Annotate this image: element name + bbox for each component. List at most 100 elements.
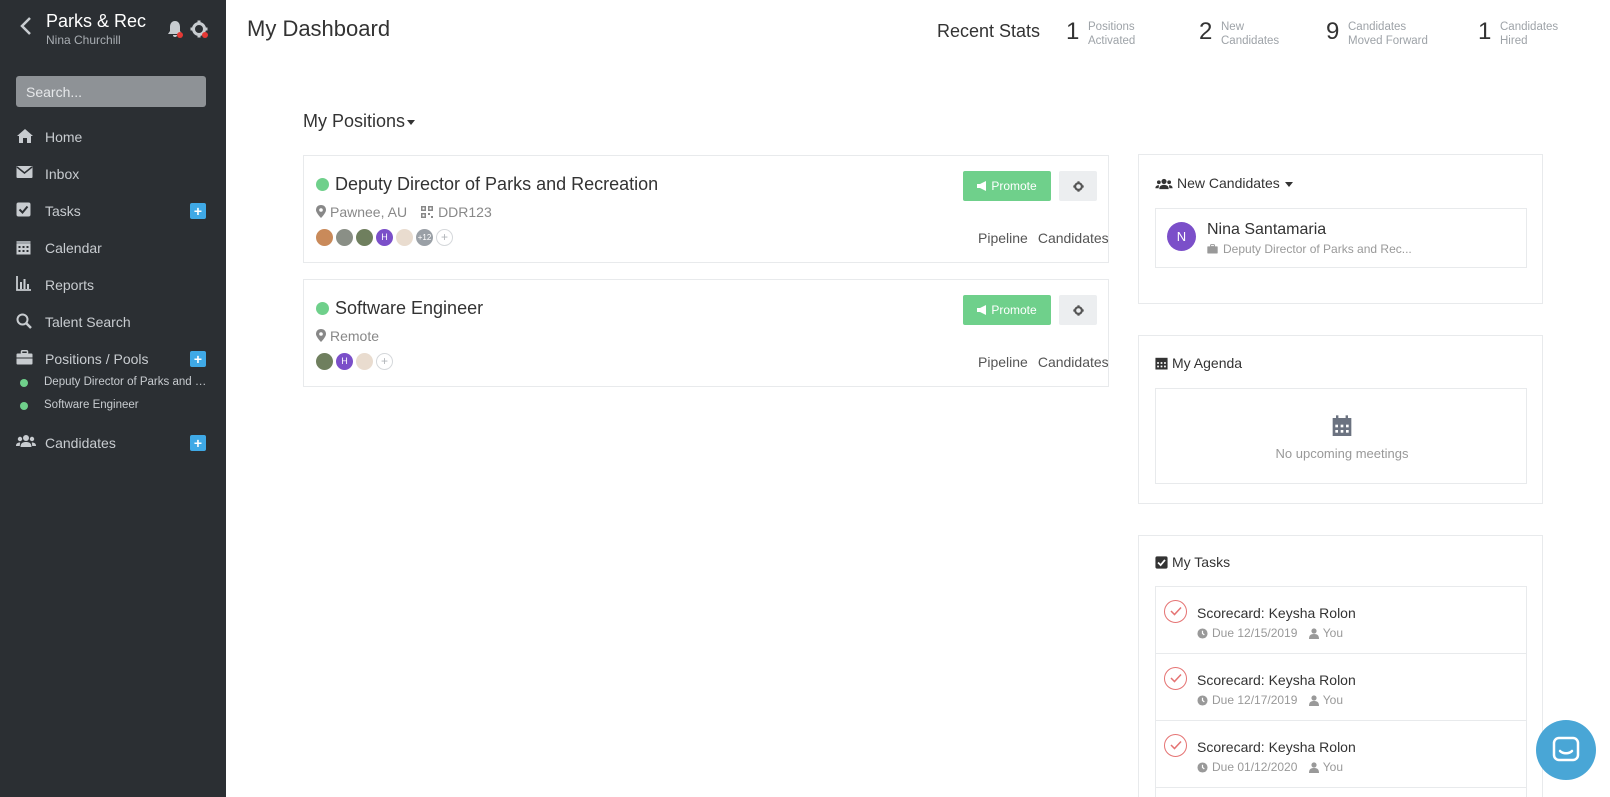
- page-title: My Dashboard: [247, 16, 391, 41]
- task-item[interactable]: [1155, 787, 1527, 797]
- stat-value: 1: [1066, 18, 1080, 45]
- position-settings-button[interactable]: [1059, 295, 1097, 325]
- clock-icon: [1197, 762, 1208, 773]
- add-member-button[interactable]: +: [376, 353, 393, 370]
- task-meta: Due 12/17/2019 You: [1197, 693, 1343, 707]
- task-name[interactable]: Scorecard: Keysha Rolon: [1197, 672, 1356, 688]
- complete-task-checkbox[interactable]: [1164, 600, 1187, 623]
- status-dot: [20, 402, 28, 410]
- stats-title: Recent Stats: [937, 21, 1041, 41]
- task-meta: Due 01/12/2020 You: [1197, 760, 1343, 774]
- sidebar-item-positions-pools[interactable]: Positions / Pools +: [0, 344, 226, 374]
- stat-label: Candidates Moved Forward: [1348, 21, 1428, 47]
- user-icon: [1308, 695, 1319, 706]
- position-meta: Remote: [316, 328, 379, 344]
- search-input[interactable]: [16, 76, 206, 107]
- bullhorn-icon: [977, 181, 987, 191]
- briefcase-icon: [16, 350, 34, 368]
- candidate-position: Deputy Director of Parks and Rec...: [1207, 242, 1412, 256]
- agenda-empty-text: No upcoming meetings: [1275, 446, 1409, 461]
- new-candidates-panel: New Candidates N Nina Santamaria Deputy …: [1138, 154, 1543, 304]
- notification-dot: [202, 32, 208, 38]
- sidebar-item-tasks[interactable]: Tasks +: [0, 196, 226, 226]
- sidebar-item-calendar[interactable]: Calendar: [0, 233, 226, 263]
- task-item[interactable]: Scorecard: Keysha Rolon Due 01/12/2020 Y…: [1155, 720, 1527, 788]
- task-name[interactable]: Scorecard: Keysha Rolon: [1197, 739, 1356, 755]
- position-code: DDR123: [438, 204, 492, 220]
- more-avatars-badge[interactable]: +12: [416, 229, 433, 246]
- stat-label: Candidates Hired: [1500, 21, 1559, 47]
- notification-dot: [177, 32, 183, 38]
- sidebar-item-label: Reports: [45, 277, 95, 293]
- sidebar-item-label: Positions / Pools: [45, 351, 149, 367]
- candidate-item[interactable]: N Nina Santamaria Deputy Director of Par…: [1155, 208, 1527, 268]
- avatar[interactable]: [336, 229, 353, 246]
- caret-down-icon: [1284, 181, 1293, 187]
- pipeline-link[interactable]: Pipeline: [978, 354, 1028, 370]
- candidates-link[interactable]: Candidates: [1038, 230, 1109, 246]
- pipeline-link[interactable]: Pipeline: [978, 230, 1028, 246]
- candidate-name[interactable]: Nina Santamaria: [1207, 221, 1326, 239]
- qrcode-icon: [421, 205, 434, 218]
- sidebar-subitem-position[interactable]: Deputy Director of Parks and Recreation: [0, 373, 226, 393]
- sidebar-item-home[interactable]: Home: [0, 122, 226, 152]
- users-icon: [1155, 178, 1173, 190]
- envelope-icon: [16, 165, 34, 183]
- add-task-button[interactable]: +: [190, 203, 206, 219]
- position-title[interactable]: Deputy Director of Parks and Recreation: [335, 174, 658, 195]
- back-icon[interactable]: [20, 17, 32, 39]
- sidebar-item-label: Candidates: [45, 435, 116, 451]
- add-member-button[interactable]: +: [436, 229, 453, 246]
- card-links: Pipeline Candidates: [968, 230, 1109, 246]
- avatar[interactable]: [356, 229, 373, 246]
- avatar: N: [1167, 222, 1196, 251]
- tasks-title: My Tasks: [1155, 554, 1230, 570]
- add-candidate-button[interactable]: +: [190, 435, 206, 451]
- complete-task-checkbox[interactable]: [1164, 667, 1187, 690]
- chat-support-button[interactable]: [1536, 720, 1596, 780]
- agenda-empty-state: No upcoming meetings: [1155, 388, 1527, 484]
- promote-button[interactable]: Promote: [963, 171, 1051, 201]
- new-candidates-dropdown[interactable]: New Candidates: [1155, 175, 1293, 191]
- gear-icon[interactable]: [190, 20, 208, 38]
- map-pin-icon: [316, 329, 326, 342]
- position-settings-button[interactable]: [1059, 171, 1097, 201]
- sidebar-item-label: Calendar: [45, 240, 102, 256]
- avatar[interactable]: H: [376, 229, 393, 246]
- position-card[interactable]: Software Engineer Remote H + Promote Pip…: [303, 279, 1109, 387]
- avatar[interactable]: [316, 229, 333, 246]
- task-name[interactable]: Scorecard: Keysha Rolon: [1197, 605, 1356, 621]
- user-name: Nina Churchill: [46, 33, 121, 47]
- stat-value: 9: [1326, 18, 1340, 45]
- promote-button[interactable]: Promote: [963, 295, 1051, 325]
- calendar-icon: [1332, 415, 1352, 442]
- avatar[interactable]: [316, 353, 333, 370]
- bell-icon[interactable]: [167, 20, 183, 38]
- stat-label: Positions Activated: [1088, 21, 1136, 47]
- sidebar-subitem-position[interactable]: Software Engineer: [0, 396, 226, 416]
- task-item[interactable]: Scorecard: Keysha Rolon Due 12/15/2019 Y…: [1155, 586, 1527, 654]
- sidebar-item-inbox[interactable]: Inbox: [0, 159, 226, 189]
- sidebar-item-talent-search[interactable]: Talent Search: [0, 307, 226, 337]
- status-dot: [20, 379, 28, 387]
- add-position-button[interactable]: +: [190, 351, 206, 367]
- stat-value: 2: [1199, 18, 1213, 45]
- sidebar-item-reports[interactable]: Reports: [0, 270, 226, 300]
- avatar[interactable]: [396, 229, 413, 246]
- bar-chart-icon: [16, 276, 34, 294]
- avatar[interactable]: H: [336, 353, 353, 370]
- sidebar-item-candidates[interactable]: Candidates +: [0, 428, 226, 458]
- org-name[interactable]: Parks & Rec: [46, 11, 146, 32]
- position-title[interactable]: Software Engineer: [335, 298, 483, 319]
- calendar-icon: [1155, 357, 1168, 370]
- task-meta: Due 12/15/2019 You: [1197, 626, 1343, 640]
- chat-icon: [1552, 736, 1580, 762]
- position-meta: Pawnee, AU DDR123: [316, 204, 492, 220]
- position-card[interactable]: Deputy Director of Parks and Recreation …: [303, 155, 1109, 263]
- positions-dropdown[interactable]: My Positions: [303, 111, 416, 132]
- task-item[interactable]: Scorecard: Keysha Rolon Due 12/17/2019 Y…: [1155, 653, 1527, 721]
- candidates-link[interactable]: Candidates: [1038, 354, 1109, 370]
- avatar[interactable]: [356, 353, 373, 370]
- complete-task-checkbox[interactable]: [1164, 734, 1187, 757]
- search-icon: [16, 313, 34, 331]
